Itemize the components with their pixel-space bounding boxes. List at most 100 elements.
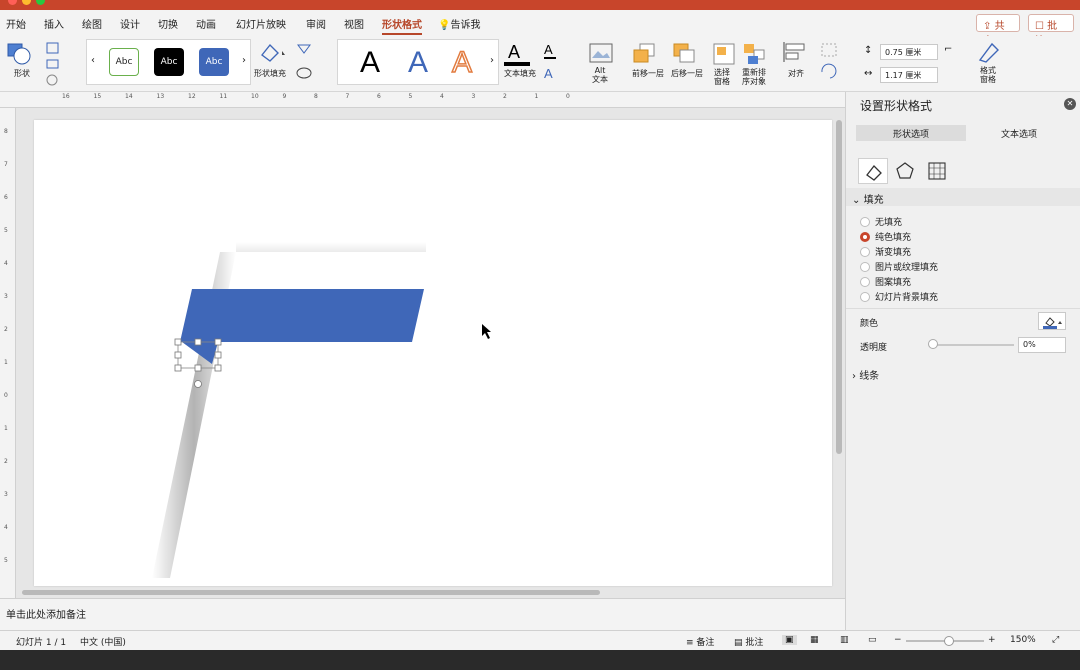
radio-solid[interactable] bbox=[860, 231, 870, 242]
fill-section-header[interactable]: ⌄ 填充 bbox=[846, 188, 1080, 206]
text-outline-effects-icons[interactable]: A A bbox=[542, 40, 572, 82]
transparency-slider-track[interactable] bbox=[930, 344, 1014, 346]
fill-option-none[interactable]: 无填充 bbox=[860, 215, 902, 228]
transparency-slider-thumb[interactable] bbox=[928, 339, 938, 349]
edit-shape-icons[interactable] bbox=[44, 40, 70, 86]
ribbon: 形状 ‹ Abc Abc Abc › 形状填充 A A A › A 文本填充 A… bbox=[0, 36, 1080, 92]
comments-toggle-button[interactable]: ▤ 批注 bbox=[734, 635, 763, 648]
alt-text-icon[interactable] bbox=[588, 42, 614, 64]
format-pane-icon[interactable] bbox=[976, 40, 1002, 64]
ruler-number: 10 bbox=[251, 93, 259, 100]
radio-picture[interactable] bbox=[860, 261, 870, 272]
tab-text-options[interactable]: 文本选项 bbox=[966, 125, 1072, 141]
radio-gradient[interactable] bbox=[860, 246, 870, 257]
slideshow-button[interactable]: ▭ bbox=[868, 635, 877, 645]
line-section-header[interactable]: › 线条 bbox=[846, 364, 1080, 382]
fill-option-label: 幻灯片背景填充 bbox=[875, 293, 939, 303]
reading-view-button[interactable]: ▥ bbox=[840, 635, 849, 645]
send-backward-icon[interactable] bbox=[672, 42, 702, 66]
wordart-orange[interactable]: A bbox=[451, 45, 473, 80]
comment-icon: ▤ bbox=[734, 638, 743, 648]
shapes-icon[interactable] bbox=[6, 42, 34, 66]
zoom-level[interactable]: 150% bbox=[1010, 635, 1036, 645]
horizontal-scrollbar[interactable] bbox=[22, 590, 600, 595]
fill-option-picture[interactable]: 图片或纹理填充 bbox=[860, 260, 938, 273]
comments-button[interactable]: ☐ 批注 bbox=[1028, 14, 1074, 47]
align-icon[interactable] bbox=[780, 40, 816, 66]
wordart-next-icon[interactable]: › bbox=[490, 55, 494, 66]
tab-slideshow[interactable]: 幻灯片放映 bbox=[236, 16, 286, 31]
ruler-number: 13 bbox=[156, 93, 165, 100]
fill-line-tab[interactable] bbox=[858, 158, 888, 184]
language-indicator[interactable]: 中文 (中国) bbox=[80, 635, 126, 648]
radio-pattern[interactable] bbox=[860, 276, 870, 287]
ruler-number: 0 bbox=[566, 93, 570, 100]
slide[interactable] bbox=[34, 120, 832, 586]
close-window-button[interactable] bbox=[8, 0, 17, 5]
group-rotate-icons[interactable] bbox=[818, 42, 848, 82]
tab-insert[interactable]: 插入 bbox=[44, 16, 64, 31]
ruler-number: 1 bbox=[4, 425, 8, 432]
zoom-slider-thumb[interactable] bbox=[944, 636, 954, 646]
tab-shape-options[interactable]: 形状选项 bbox=[856, 125, 966, 141]
fill-option-pattern[interactable]: 图案填充 bbox=[860, 275, 911, 288]
style-sample-black[interactable]: Abc bbox=[154, 48, 184, 76]
text-fill-icon[interactable]: A bbox=[504, 40, 538, 68]
height-input[interactable]: 0.75 厘米 bbox=[880, 44, 938, 60]
rotate-handle[interactable] bbox=[194, 380, 202, 388]
style-sample-outline[interactable]: Abc bbox=[109, 48, 139, 76]
ruler-number: 4 bbox=[4, 260, 8, 267]
tab-home[interactable]: 开始 bbox=[6, 16, 26, 31]
share-button[interactable]: ⇪ 共享 bbox=[976, 14, 1020, 47]
crop-icon[interactable]: ⌐ bbox=[944, 44, 952, 55]
slide-drawing bbox=[152, 242, 491, 578]
gallery-prev-icon[interactable]: ‹ bbox=[91, 55, 95, 66]
normal-view-button[interactable]: ▣ bbox=[782, 635, 797, 645]
ruler-number: 11 bbox=[219, 93, 228, 100]
ruler-number: 7 bbox=[4, 161, 8, 168]
fit-to-window-icon[interactable]: ⤢ bbox=[1052, 635, 1059, 645]
tab-design[interactable]: 设计 bbox=[120, 16, 140, 31]
tab-shape-format[interactable]: 形状格式 bbox=[382, 16, 422, 35]
shape-outline-effects-icons[interactable] bbox=[294, 41, 324, 83]
minimize-window-button[interactable] bbox=[22, 0, 31, 5]
zoom-out-button[interactable]: − bbox=[894, 635, 902, 645]
tab-review[interactable]: 审阅 bbox=[306, 16, 326, 31]
blue-parallelogram-shape[interactable] bbox=[180, 289, 424, 342]
wordart-black[interactable]: A bbox=[360, 46, 380, 80]
color-picker-button[interactable] bbox=[1038, 312, 1066, 330]
tab-animations[interactable]: 动画 bbox=[196, 16, 216, 31]
effects-pentagon-icon[interactable] bbox=[894, 160, 916, 182]
panel-close-icon[interactable]: ✕ bbox=[1064, 98, 1076, 110]
slide-sorter-button[interactable]: ▦ bbox=[810, 635, 819, 645]
selection-pane-icon[interactable] bbox=[712, 42, 736, 66]
radio-slide-bg[interactable] bbox=[860, 291, 870, 302]
gallery-next-icon[interactable]: › bbox=[242, 55, 246, 66]
radio-none[interactable] bbox=[860, 216, 870, 227]
ruler-number: 3 bbox=[4, 293, 8, 300]
width-input[interactable]: 1.17 厘米 bbox=[880, 67, 938, 83]
zoom-window-button[interactable] bbox=[36, 0, 45, 5]
tab-view[interactable]: 视图 bbox=[344, 16, 364, 31]
transparency-input[interactable]: 0% bbox=[1018, 337, 1066, 353]
wordart-blue[interactable]: A bbox=[408, 46, 428, 80]
notes-toggle-button[interactable]: ≡ 备注 bbox=[686, 635, 714, 648]
fill-option-slide-bg[interactable]: 幻灯片背景填充 bbox=[860, 290, 938, 303]
size-properties-icon[interactable] bbox=[926, 160, 948, 182]
vertical-scrollbar[interactable] bbox=[836, 120, 842, 454]
tab-draw[interactable]: 绘图 bbox=[82, 16, 102, 31]
reorder-objects-label: 重新排 序对象 bbox=[742, 68, 766, 86]
vertical-ruler: 8 7 6 5 4 3 2 1 0 1 2 3 4 5 bbox=[0, 108, 16, 598]
bring-forward-icon[interactable] bbox=[632, 42, 662, 66]
fill-option-solid[interactable]: 纯色填充 bbox=[860, 230, 911, 243]
notes-toggle-label: 备注 bbox=[696, 638, 715, 648]
ruler-number: 1 bbox=[4, 359, 8, 366]
shape-fill-icon[interactable] bbox=[258, 41, 288, 63]
tab-transitions[interactable]: 切换 bbox=[158, 16, 178, 31]
reorder-objects-icon[interactable] bbox=[742, 42, 772, 66]
tab-tell-me[interactable]: 💡告诉我 bbox=[438, 16, 480, 31]
zoom-in-button[interactable]: + bbox=[988, 635, 996, 645]
style-sample-blue[interactable]: Abc bbox=[199, 48, 229, 76]
fill-option-gradient[interactable]: 渐变填充 bbox=[860, 245, 911, 258]
notes-pane[interactable]: 单击此处添加备注 bbox=[0, 598, 845, 630]
